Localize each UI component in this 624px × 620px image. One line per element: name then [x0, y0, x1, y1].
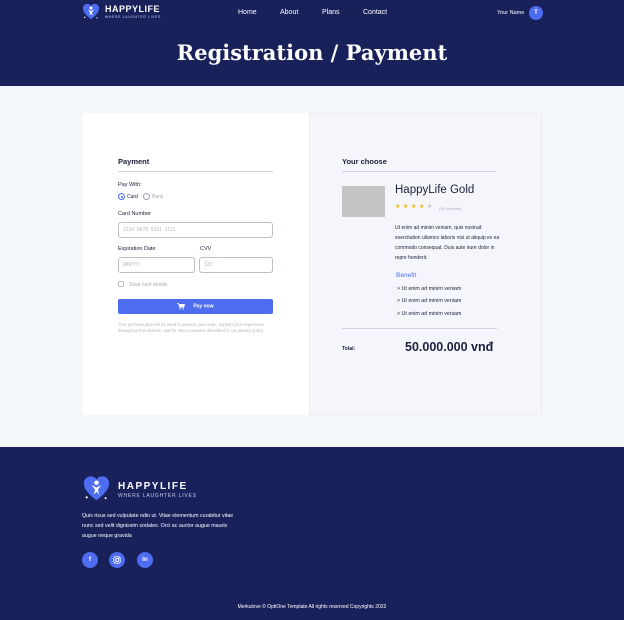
- benefit-title: Benefit: [396, 272, 417, 279]
- total-label: Total:: [342, 346, 356, 352]
- benefit-item: > Ut enim ad minim veniam: [397, 286, 462, 292]
- brand-name: HAPPYLIFE: [105, 4, 161, 14]
- user-name[interactable]: Your Name: [497, 10, 524, 16]
- nav-about[interactable]: About: [280, 9, 298, 16]
- total-value: 50.000.000 vnđ: [405, 340, 494, 354]
- radio-bank[interactable]: [143, 193, 150, 200]
- benefit-item: > Ut enim ad minim veniam: [397, 311, 462, 317]
- summary-divider: [342, 171, 496, 172]
- instagram-icon[interactable]: [109, 552, 125, 568]
- footer-text: Quis risus sed vulputate odio ut. Vitae …: [82, 513, 234, 539]
- expiration-label: Expiration Date: [118, 246, 156, 252]
- radio-card[interactable]: [118, 193, 125, 200]
- facebook-icon[interactable]: f: [82, 552, 98, 568]
- payment-card: [82, 113, 309, 415]
- footer-brand-name: HAPPYLIFE: [118, 481, 188, 492]
- footer-brand-tagline: WHERE LAUGHTER LIVES: [118, 493, 197, 499]
- nav-home[interactable]: Home: [238, 9, 257, 16]
- star-icon: ★: [419, 204, 425, 210]
- product-description: Ut enim ad minim veniam, quis nostrud ex…: [395, 225, 500, 261]
- star-icon: ★: [411, 204, 417, 210]
- save-card-checkbox[interactable]: [118, 281, 124, 287]
- review-count[interactable]: (10 reviews): [439, 206, 461, 211]
- benefit-item: > Ut enim ad minim veniam: [397, 298, 462, 304]
- pay-now-button[interactable]: Pay now: [118, 299, 273, 314]
- site-header: HAPPYLIFE WHERE LAUGHTER LIVES Home Abou…: [0, 0, 624, 86]
- avatar[interactable]: T: [529, 6, 543, 20]
- pay-with-label: Pay With:: [118, 182, 142, 188]
- save-card-label[interactable]: Save card details: [129, 282, 167, 288]
- rating-stars: ★ ★ ★ ★ ★: [395, 204, 435, 210]
- pay-now-label: Pay now: [193, 303, 214, 310]
- linkedin-icon[interactable]: in: [137, 552, 153, 568]
- cart-icon: [177, 303, 186, 310]
- cvv-input[interactable]: [199, 257, 273, 273]
- total-divider: [342, 328, 497, 329]
- nav-contact[interactable]: Contact: [363, 9, 387, 16]
- heart-logo-icon: [82, 3, 100, 20]
- privacy-disclaimer: Your personal data will be used to proce…: [118, 322, 264, 334]
- brand-tagline: WHERE LAUGHTER LIVES: [105, 15, 161, 19]
- radio-bank-label[interactable]: Bank: [152, 194, 163, 200]
- heart-logo-icon: [83, 476, 110, 501]
- copyright: Merkulove © OptiOne Template All rights …: [237, 604, 387, 610]
- page-title: Registration / Payment: [176, 40, 448, 65]
- instagram-glyph: [113, 556, 121, 564]
- footer-logo[interactable]: HAPPYLIFE WHERE LAUGHTER LIVES: [82, 475, 202, 503]
- product-name: HappyLife Gold: [395, 184, 475, 196]
- star-icon: ★: [427, 204, 433, 210]
- card-number-label: Card Number: [118, 211, 152, 217]
- star-icon: ★: [403, 204, 409, 210]
- nav-plans[interactable]: Plans: [322, 9, 340, 16]
- expiration-input[interactable]: [118, 257, 195, 273]
- payment-title: Payment: [118, 157, 150, 166]
- header-logo[interactable]: HAPPYLIFE WHERE LAUGHTER LIVES: [82, 3, 162, 21]
- product-image: [342, 186, 385, 217]
- card-number-input[interactable]: [118, 222, 273, 238]
- cvv-label: CVV: [200, 246, 212, 252]
- payment-divider: [118, 171, 273, 172]
- star-icon: ★: [395, 204, 401, 210]
- radio-card-label[interactable]: Card: [127, 194, 138, 200]
- summary-title: Your choose: [342, 157, 387, 166]
